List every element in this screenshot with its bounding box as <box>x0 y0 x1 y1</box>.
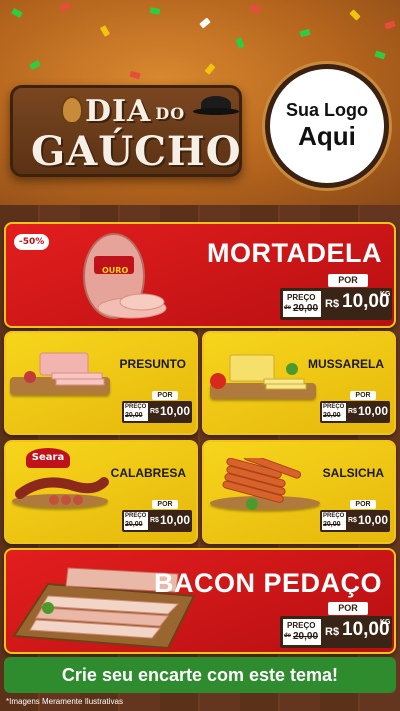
logo-line-1: Sua Logo <box>286 100 368 120</box>
price-bar: PREÇO 20,00 R$ 10,00 <box>122 510 192 532</box>
title-main: GAÚCHO <box>31 128 242 175</box>
old-price: 20,00 <box>323 521 341 528</box>
unit-label: KG <box>380 619 391 626</box>
title-do: DO <box>155 103 186 123</box>
confetti-icon <box>29 59 41 71</box>
price-tag: POR PREÇO 20,00 R$ 10,00 <box>122 391 192 427</box>
product-card-presunto[interactable]: PRESUNTO POR PREÇO 20,00 R$ 10,00 <box>4 331 198 435</box>
old-price-box: PREÇO 20,00 <box>322 403 346 421</box>
old-price: 20,00 <box>125 521 143 528</box>
price-tag: POR PREÇO de 20,00 R$ 10,00 KG <box>280 602 392 650</box>
product-name: PRESUNTO <box>119 357 186 371</box>
confetti-icon <box>374 50 386 60</box>
currency: R$ <box>348 517 357 524</box>
presunto-image <box>24 352 105 386</box>
por-label: POR <box>152 391 178 400</box>
cta-banner[interactable]: Crie seu encarte com este tema! <box>4 657 396 693</box>
currency: R$ <box>150 517 159 524</box>
confetti-icon <box>11 7 23 19</box>
price-value: 10,00 <box>358 404 389 418</box>
confetti-icon <box>384 20 396 30</box>
hat-brim <box>193 108 239 115</box>
confetti-icon <box>99 25 111 37</box>
confetti-icon <box>235 37 245 49</box>
preco-label: PREÇO <box>287 293 316 302</box>
chimarrao-gourd-icon <box>61 96 83 124</box>
price-bar: PREÇO 20,00 R$ 10,00 <box>320 510 390 532</box>
old-price: 20,00 <box>125 412 143 419</box>
product-card-mussarela[interactable]: MUSSARELA POR PREÇO 20,00 R$ 10,00 <box>202 331 396 435</box>
old-price: 20,00 <box>323 412 341 419</box>
old-price-prefix: de <box>284 305 292 311</box>
currency: R$ <box>325 626 340 638</box>
seara-logo: Seara <box>26 448 70 468</box>
price-tag: POR PREÇO 20,00 R$ 10,00 <box>320 391 390 427</box>
disclaimer-note: *Imagens Meramente Ilustrativas <box>6 697 123 706</box>
mortadela-brand: OURO <box>102 266 129 275</box>
confetti-icon <box>199 17 211 29</box>
confetti-icon <box>249 4 261 14</box>
preco-label: PREÇO <box>125 404 147 410</box>
old-price-prefix: de <box>284 633 292 639</box>
old-price-box: PREÇO 20,00 <box>124 403 148 421</box>
currency: R$ <box>150 408 159 415</box>
unit-label: KG <box>380 291 391 298</box>
product-name: SALSICHA <box>322 466 384 480</box>
discount-badge: -50% <box>14 234 50 250</box>
confetti-icon <box>349 9 361 21</box>
preco-label: PREÇO <box>323 404 345 410</box>
confetti-icon <box>299 28 311 38</box>
old-price-box: PREÇO de 20,00 <box>283 619 321 645</box>
old-price-box: PREÇO 20,00 <box>322 512 346 530</box>
old-price: 20,00 <box>293 631 319 642</box>
confetti-icon <box>204 63 216 75</box>
price-tag: POR PREÇO 20,00 R$ 10,00 <box>122 500 192 536</box>
confetti-icon <box>59 2 71 12</box>
product-card-salsicha[interactable]: SALSICHA POR PREÇO 20,00 R$ 10,00 <box>202 440 396 544</box>
price-tag: POR PREÇO 20,00 R$ 10,00 <box>320 500 390 536</box>
old-price-box: PREÇO de 20,00 <box>283 291 321 317</box>
price-tag: POR PREÇO de 20,00 R$ 10,00 KG <box>280 274 392 322</box>
currency: R$ <box>325 298 340 310</box>
por-label: POR <box>328 274 368 287</box>
seara-logo-text: Seara <box>31 452 65 463</box>
price-bar: PREÇO de 20,00 R$ 10,00 KG <box>280 288 392 320</box>
price-bar: PREÇO de 20,00 R$ 10,00 KG <box>280 616 392 648</box>
mortadela-image <box>83 233 167 319</box>
calabresa-image <box>15 477 109 505</box>
title-dia: DIA <box>85 94 152 129</box>
product-card-mortadela[interactable]: -50% OURO MORTADELA POR PREÇO de 20,00 R… <box>4 222 396 328</box>
product-name: CALABRESA <box>110 466 186 480</box>
product-card-calabresa[interactable]: Seara CALABRESA POR PREÇO 20,00 R$ 10,00 <box>4 440 198 544</box>
preco-label: PREÇO <box>323 513 345 519</box>
por-label: POR <box>328 602 368 615</box>
confetti-icon <box>149 7 161 15</box>
currency: R$ <box>348 408 357 415</box>
product-name: BACON PEDAÇO <box>153 568 382 598</box>
price-bar: PREÇO 20,00 R$ 10,00 <box>320 401 390 423</box>
header-banner: DIA DO GAÚCHO Sua Logo Aqui <box>0 0 400 205</box>
por-label: POR <box>350 500 376 509</box>
price-value: 10,00 <box>160 404 191 418</box>
price-value: 10,00 <box>160 513 191 527</box>
price-value: 10,00 <box>358 513 389 527</box>
confetti-icon <box>129 70 141 80</box>
title-board: DIA DO GAÚCHO <box>10 85 242 177</box>
product-name: MUSSARELA <box>307 357 384 371</box>
mussarela-image <box>210 354 307 390</box>
logo-placeholder[interactable]: Sua Logo Aqui <box>265 64 389 188</box>
por-label: POR <box>350 391 376 400</box>
old-price: 20,00 <box>293 303 319 314</box>
product-name: MORTADELA <box>207 238 382 268</box>
product-card-bacon[interactable]: BACON PEDAÇO POR PREÇO de 20,00 R$ 10,00… <box>4 548 396 654</box>
old-price-box: PREÇO 20,00 <box>124 512 148 530</box>
preco-label: PREÇO <box>287 621 316 630</box>
title-top: DIA DO <box>85 94 185 129</box>
preco-label: PREÇO <box>125 513 147 519</box>
logo-line-2: Aqui <box>298 121 356 151</box>
price-bar: PREÇO 20,00 R$ 10,00 <box>122 401 192 423</box>
por-label: POR <box>152 500 178 509</box>
salsicha-image <box>222 458 302 510</box>
